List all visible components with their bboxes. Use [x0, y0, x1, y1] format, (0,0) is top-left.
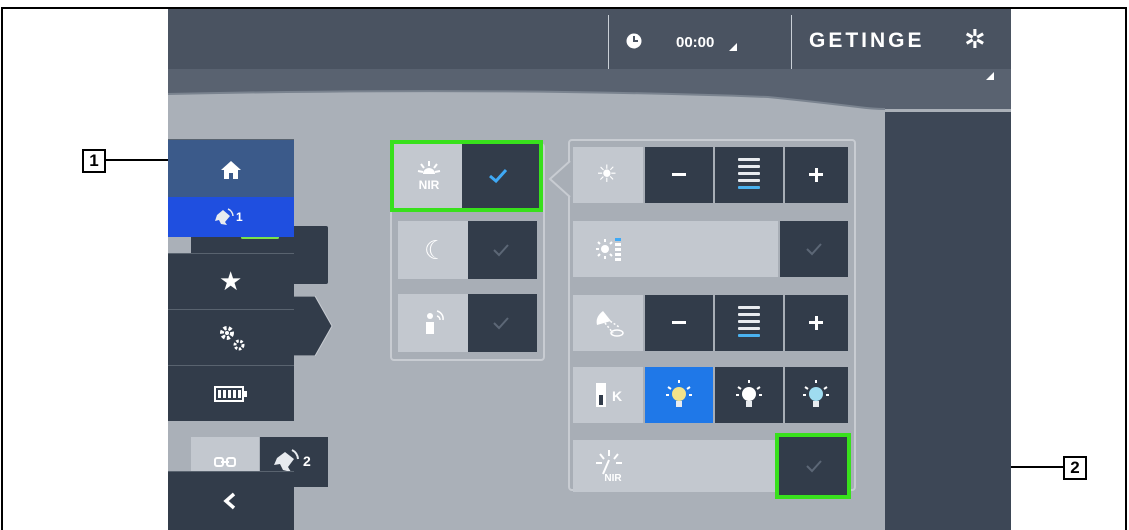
home-button[interactable]	[168, 139, 294, 197]
device-screen: 00:00 GETINGE ✲ 1 1 2	[168, 9, 1011, 530]
boost-toggle-button[interactable]	[780, 221, 848, 277]
brand-symbol: ✲	[964, 24, 986, 54]
chevron-left-icon	[223, 492, 236, 510]
field-size-increase-button[interactable]	[785, 295, 848, 351]
color-temperature-icon-tile: K	[573, 367, 643, 423]
time-dropdown-icon[interactable]	[729, 43, 737, 51]
bulb-neutral-icon	[736, 380, 762, 407]
light-head-tab[interactable]: 1	[168, 197, 294, 237]
header-divider	[608, 15, 609, 69]
color-temp-neutral-button[interactable]	[715, 367, 783, 423]
time-display[interactable]: 00:00	[676, 34, 714, 51]
header-divider	[791, 15, 792, 69]
intensity-decrease-button[interactable]	[645, 147, 713, 203]
ambient-mode-button[interactable]	[398, 294, 537, 352]
light-head-icon	[215, 208, 234, 225]
brand-logo: GETINGE	[809, 29, 925, 52]
nir-mode-selection[interactable]: NIR	[390, 140, 543, 212]
intensity-icon-tile: ☀	[573, 147, 643, 203]
moon-icon: ☾	[424, 235, 448, 265]
field-size-icon	[596, 311, 624, 337]
field-size-level-indicator	[715, 295, 783, 351]
callout-2: 2	[1063, 456, 1087, 480]
sidebar	[885, 112, 1011, 530]
check-icon	[806, 460, 822, 473]
plus-icon	[814, 316, 818, 330]
gears-icon	[220, 326, 245, 351]
active-head-number: 1	[236, 210, 243, 224]
top-bar-curve	[168, 9, 1011, 110]
intensity-level-indicator	[715, 147, 783, 203]
clock-icon	[626, 33, 642, 49]
svg-text:NIR: NIR	[604, 473, 622, 484]
nir-boost-toggle-button[interactable]	[775, 433, 851, 499]
color-temp-warm-button[interactable]	[645, 367, 713, 423]
sync-head-number: 2	[303, 453, 311, 469]
nir-icon: NIR	[417, 161, 441, 192]
minus-icon	[672, 173, 686, 176]
nir-boost-icon-tile: NIR	[573, 440, 778, 492]
home-icon	[221, 161, 241, 179]
sun-icon: ☀	[596, 161, 618, 188]
star-icon: ★	[219, 266, 243, 296]
field-size-icon-tile	[573, 295, 643, 351]
minus-icon	[672, 321, 686, 324]
nir-boost-icon: NIR	[596, 450, 622, 484]
panel-pointer	[548, 161, 571, 197]
svg-text:K: K	[612, 388, 622, 404]
plus-icon	[814, 168, 818, 182]
bulb-warm-icon	[666, 380, 692, 407]
check-icon-active	[489, 168, 508, 184]
back-button[interactable]	[168, 471, 294, 530]
settings-button[interactable]	[168, 309, 294, 365]
night-mode-button[interactable]: ☾	[398, 221, 537, 279]
nir-mode-icon-area: NIR	[394, 144, 462, 208]
ambient-light-icon	[426, 310, 444, 334]
check-icon	[493, 317, 509, 330]
field-size-decrease-button[interactable]	[645, 295, 713, 351]
bulb-cool-icon	[803, 380, 829, 407]
intensity-increase-button[interactable]	[785, 147, 848, 203]
favorites-button[interactable]: ★	[168, 253, 294, 309]
boost-icon	[596, 238, 621, 261]
check-icon	[806, 243, 822, 256]
battery-icon	[214, 386, 247, 402]
boost-icon-tile	[573, 221, 778, 277]
battery-button[interactable]	[168, 365, 294, 421]
brand-dropdown-icon[interactable]	[986, 72, 994, 80]
check-icon	[493, 244, 509, 257]
thermometer-kelvin-icon: K	[596, 383, 622, 407]
color-temp-cool-button[interactable]	[785, 367, 848, 423]
callout-1: 1	[82, 149, 106, 173]
link-icon	[214, 457, 236, 467]
svg-text:NIR: NIR	[419, 178, 440, 192]
